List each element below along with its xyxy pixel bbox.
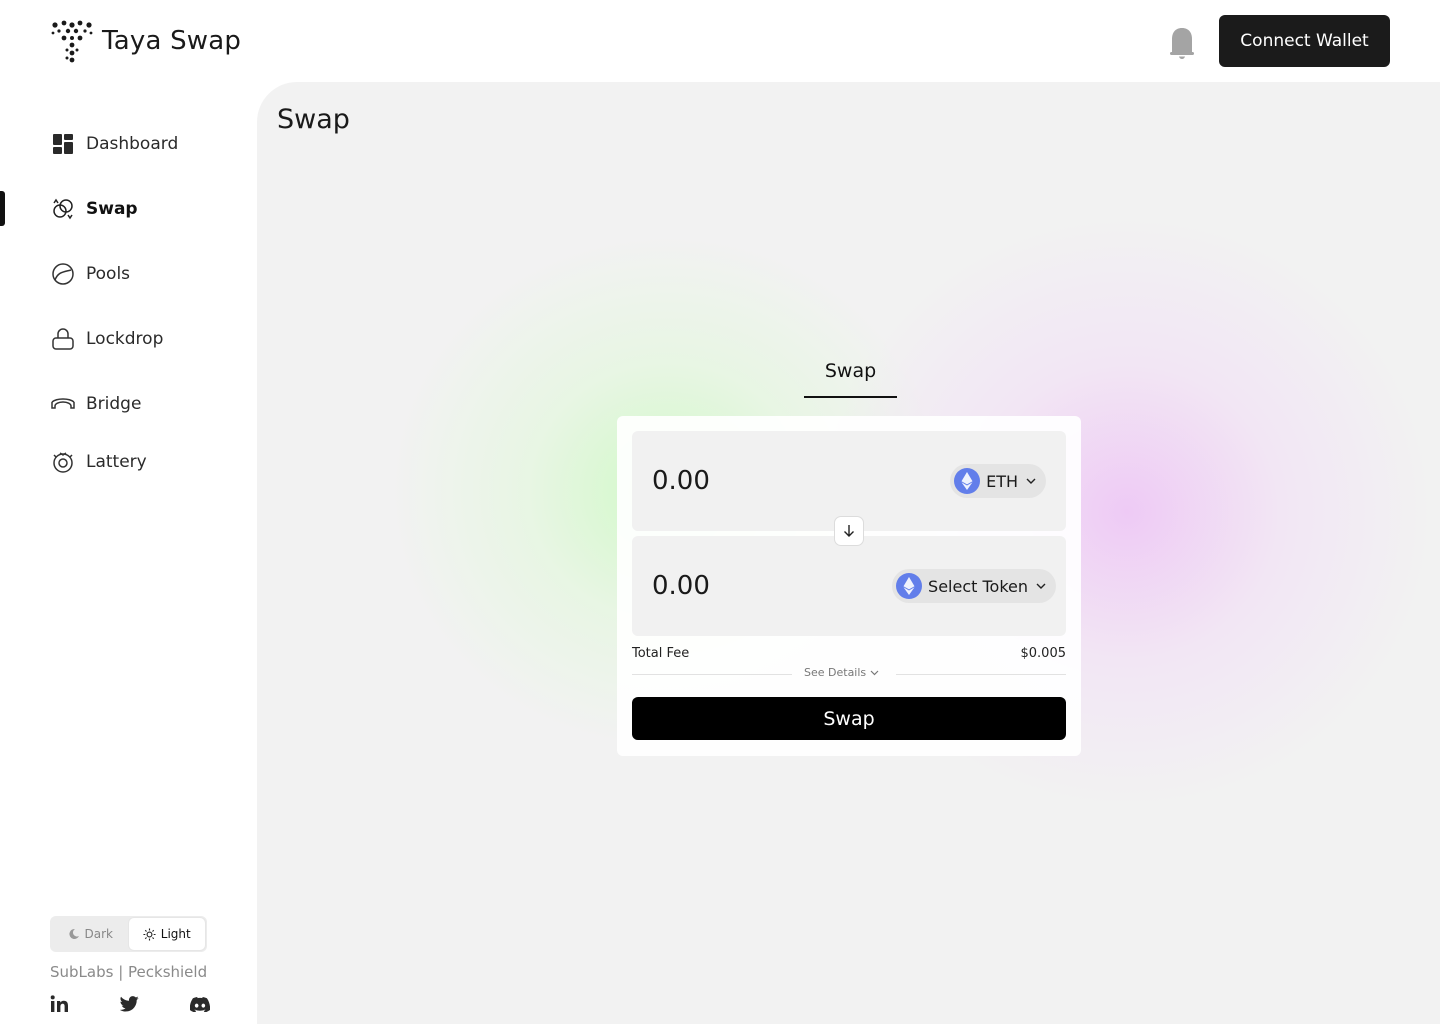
- fee-label: Total Fee: [632, 646, 690, 661]
- sidebar-item-lattery[interactable]: Lattery: [50, 444, 147, 480]
- swap-card: ETH Select Token: [617, 416, 1081, 756]
- fee-row: Total Fee $0.005: [632, 646, 1066, 661]
- swap-icon: [50, 196, 76, 222]
- fee-value: $0.005: [1020, 646, 1067, 661]
- eth-icon: [954, 468, 981, 494]
- discord-icon[interactable]: [190, 996, 210, 1012]
- see-details-label: See Details: [804, 666, 867, 679]
- lottery-icon: [50, 449, 76, 475]
- sidebar-item-bridge[interactable]: Bridge: [50, 386, 141, 422]
- pools-icon: [50, 261, 76, 287]
- moon-icon: [68, 928, 79, 939]
- sidebar-item-label: Lattery: [86, 452, 147, 472]
- sidebar-item-lockdrop[interactable]: Lockdrop: [50, 321, 163, 357]
- brand-name: Taya Swap: [102, 26, 242, 56]
- sidebar-item-swap[interactable]: Swap: [50, 191, 138, 227]
- to-token-box: Select Token: [632, 536, 1066, 636]
- chevron-down-icon: [1026, 478, 1036, 484]
- swap-button[interactable]: Swap: [632, 697, 1066, 740]
- chevron-down-icon: [870, 670, 879, 675]
- theme-light-option[interactable]: Light: [128, 918, 205, 950]
- to-token-label: Select Token: [928, 576, 1028, 596]
- sidebar: Dashboard Swap Pools Lockdrop Bridge Lat…: [0, 82, 257, 1024]
- social-links: [50, 994, 210, 1014]
- theme-toggle: Dark Light: [50, 916, 207, 952]
- details-row: See Details: [632, 664, 1066, 684]
- app-root: Taya Swap Connect Wallet Dashboard Swap …: [0, 0, 1440, 1024]
- bridge-icon: [50, 391, 76, 417]
- flip-direction-button[interactable]: [834, 516, 864, 546]
- sidebar-item-label: Pools: [86, 264, 131, 284]
- divider: [632, 674, 792, 675]
- page-title: Swap: [277, 104, 350, 135]
- from-token-select[interactable]: ETH: [950, 464, 1046, 498]
- linkedin-icon[interactable]: [50, 995, 69, 1013]
- theme-dark-option[interactable]: Dark: [52, 918, 129, 950]
- theme-dark-label: Dark: [84, 927, 113, 941]
- credits-text: SubLabs | Peckshield: [50, 963, 208, 981]
- active-nav-indicator: [0, 191, 5, 226]
- sidebar-item-label: Swap: [86, 199, 138, 219]
- divider: [896, 674, 1066, 675]
- twitter-icon[interactable]: [120, 996, 139, 1012]
- theme-light-label: Light: [160, 927, 191, 941]
- to-token-select[interactable]: Select Token: [892, 569, 1056, 603]
- lock-icon: [50, 326, 76, 352]
- connect-wallet-button[interactable]: Connect Wallet: [1219, 15, 1390, 67]
- notification-bell-icon[interactable]: [1166, 26, 1198, 60]
- sidebar-item-label: Dashboard: [86, 134, 179, 154]
- taya-logo-icon: [51, 20, 93, 63]
- see-details-toggle[interactable]: See Details: [804, 666, 879, 679]
- dashboard-icon: [50, 131, 76, 157]
- main-panel: Swap Swap ETH: [257, 82, 1440, 1024]
- eth-icon: [896, 573, 923, 599]
- sidebar-item-dashboard[interactable]: Dashboard: [50, 126, 178, 162]
- sidebar-item-label: Lockdrop: [86, 329, 164, 349]
- chevron-down-icon: [1036, 583, 1046, 589]
- tab-swap[interactable]: Swap: [804, 360, 897, 398]
- sidebar-item-pools[interactable]: Pools: [50, 256, 130, 292]
- arrow-down-icon: [844, 525, 854, 537]
- sidebar-item-label: Bridge: [86, 394, 142, 414]
- to-amount-input[interactable]: [652, 536, 872, 636]
- brand[interactable]: Taya Swap: [50, 18, 241, 64]
- sun-icon: [143, 927, 156, 941]
- from-token-label: ETH: [986, 471, 1018, 491]
